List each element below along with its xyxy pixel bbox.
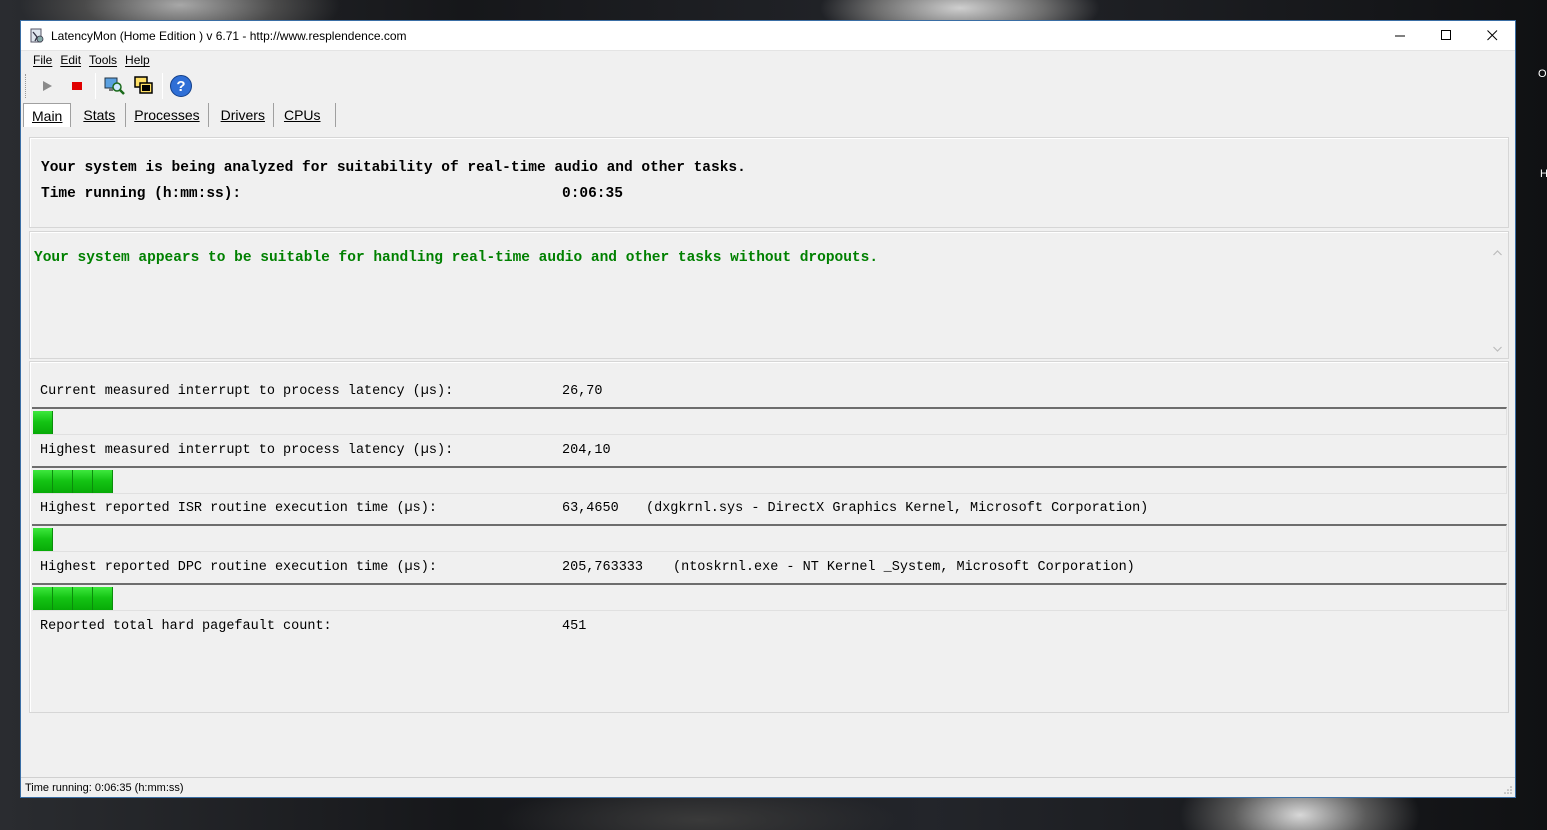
tab-drivers-label: Drivers: [220, 107, 265, 123]
meter-segment: [33, 587, 53, 610]
scroll-down-icon[interactable]: [1489, 342, 1506, 356]
window-title: LatencyMon (Home Edition ) v 6.71 - http…: [51, 28, 407, 43]
metric-value: 26,70: [562, 384, 603, 399]
metric-value: 205,763333: [562, 560, 644, 575]
time-running-value: 0:06:35: [562, 186, 623, 202]
desktop-edge-text: O: [1538, 68, 1547, 80]
pagefault-value: 451: [562, 619, 587, 634]
metric-detail: (dxgkrnl.sys - DirectX Graphics Kernel, …: [646, 501, 1149, 516]
metric-label: Highest reported ISR routine execution t…: [40, 501, 437, 516]
maximize-button[interactable]: [1423, 21, 1469, 50]
toolbar-separator: [95, 73, 96, 99]
meter-segment: [33, 470, 53, 493]
tab-processes[interactable]: Processes: [126, 103, 209, 127]
toolbar-separator: [162, 73, 163, 99]
drivers-view-button[interactable]: [99, 72, 129, 100]
menu-file[interactable]: File: [33, 53, 52, 67]
pagefault-label: Reported total hard pagefault count:: [40, 619, 332, 634]
verdict-panel: Your system appears to be suitable for h…: [29, 231, 1509, 359]
close-button[interactable]: [1469, 21, 1515, 50]
maximize-icon: [1440, 30, 1451, 40]
windows-button[interactable]: [129, 72, 159, 100]
latency-meter: [32, 407, 1507, 435]
meter-segment: [93, 470, 113, 493]
resize-grip-icon[interactable]: [1503, 785, 1513, 795]
desktop-edge-text: H: [1540, 168, 1547, 180]
menu-help[interactable]: Help: [125, 53, 150, 67]
verdict-text: Your system appears to be suitable for h…: [34, 250, 879, 266]
tab-cpus-label: CPUs: [283, 107, 321, 123]
meter-segment: [33, 528, 53, 551]
latency-meter: [32, 466, 1507, 494]
latencymon-window: LatencyMon (Home Edition ) v 6.71 - http…: [20, 20, 1516, 798]
tab-cpus[interactable]: CPUs: [274, 103, 336, 127]
latency-meter: [32, 583, 1507, 611]
metric-label: Current measured interrupt to process la…: [40, 384, 454, 399]
stop-icon: [72, 82, 82, 90]
close-icon: [1486, 30, 1497, 41]
menu-edit[interactable]: Edit: [60, 53, 81, 67]
help-button[interactable]: ?: [166, 72, 196, 100]
metric-label: Highest measured interrupt to process la…: [40, 443, 454, 458]
monitor-magnifier-icon: [104, 77, 125, 95]
meter-segment: [93, 587, 113, 610]
status-text: Time running: 0:06:35 (h:mm:ss): [25, 781, 184, 794]
help-icon: ?: [170, 75, 192, 97]
title-bar[interactable]: LatencyMon (Home Edition ) v 6.71 - http…: [21, 21, 1515, 50]
tab-main[interactable]: Main: [23, 103, 72, 127]
tab-stats[interactable]: Stats: [71, 103, 127, 127]
meter-segment: [73, 470, 93, 493]
tab-stats-label: Stats: [83, 107, 116, 123]
tab-main-label: Main: [32, 107, 63, 124]
verdict-scrollbar[interactable]: [1489, 246, 1506, 356]
app-icon: [29, 28, 45, 44]
meter-segment: [33, 411, 53, 434]
metric-detail: (ntoskrnl.exe - NT Kernel _System, Micro…: [673, 560, 1135, 575]
minimize-button[interactable]: [1377, 21, 1423, 50]
menu-tools[interactable]: Tools: [89, 53, 117, 67]
analysis-message: Your system is being analyzed for suitab…: [41, 160, 746, 176]
metric-value: 63,4650: [562, 501, 619, 516]
tab-bar: Main Stats Processes Drivers CPUs: [23, 102, 336, 127]
metric-value: 204,10: [562, 443, 611, 458]
meter-segment: [73, 587, 93, 610]
start-button[interactable]: [32, 72, 62, 100]
toolbar: ?: [21, 70, 1515, 102]
svg-text:?: ?: [176, 78, 185, 95]
toolbar-grip[interactable]: [25, 74, 28, 98]
menu-bar: File Edit Tools Help: [21, 50, 1515, 69]
status-bar: Time running: 0:06:35 (h:mm:ss): [21, 777, 1515, 797]
scroll-up-icon[interactable]: [1489, 246, 1506, 260]
play-icon: [43, 81, 52, 91]
meter-segment: [53, 587, 73, 610]
latency-meter: [32, 524, 1507, 552]
tab-drivers[interactable]: Drivers: [209, 103, 274, 127]
tab-processes-label: Processes: [134, 107, 200, 123]
stop-button[interactable]: [62, 72, 92, 100]
minimize-icon: [1394, 35, 1405, 37]
analysis-panel: Your system is being analyzed for suitab…: [29, 137, 1509, 228]
metric-label: Highest reported DPC routine execution t…: [40, 560, 437, 575]
metrics-panel: Current measured interrupt to process la…: [29, 361, 1509, 713]
time-running-label: Time running (h:mm:ss):: [41, 186, 242, 202]
meter-segment: [53, 470, 73, 493]
windows-icon: [134, 76, 153, 94]
